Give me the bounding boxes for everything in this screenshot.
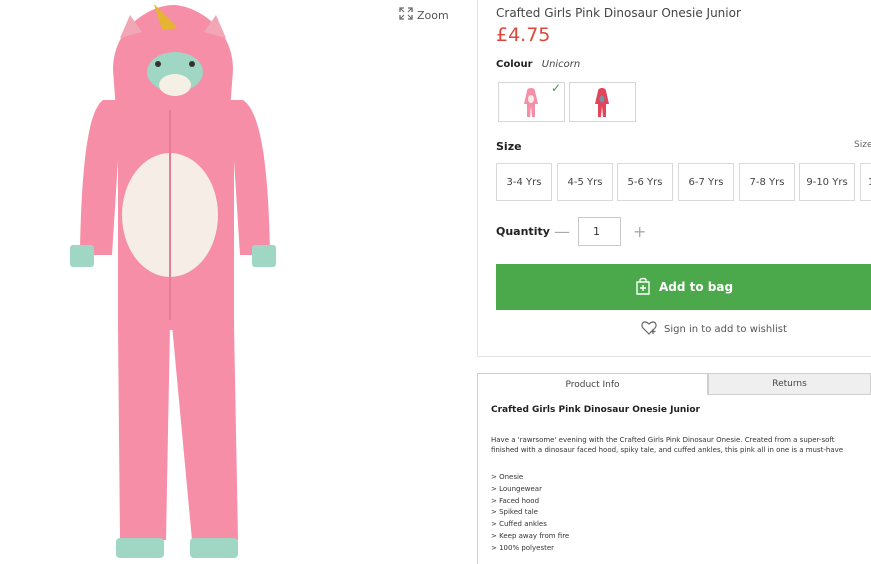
- product-page: Zoom Crafted Girls Pink Dinosaur Onesie …: [0, 0, 871, 564]
- product-title: Crafted Girls Pink Dinosaur Onesie Junio…: [496, 6, 741, 20]
- tab-returns[interactable]: Returns: [708, 373, 871, 395]
- swatch-thumbnail: [595, 88, 609, 117]
- list-item: > 100% polyester: [491, 543, 555, 552]
- list-item: > Faced hood: [491, 496, 540, 505]
- colour-swatch-unicorn[interactable]: ✓: [498, 81, 565, 122]
- list-item: > Keep away from fire: [491, 531, 570, 540]
- colour-swatch-alt[interactable]: [569, 82, 636, 122]
- product-price: £4.75: [496, 24, 551, 46]
- size-option[interactable]: 7-8 Yrs: [739, 163, 795, 201]
- zoom-button[interactable]: Zoom: [399, 7, 449, 23]
- size-label: Size: [496, 140, 522, 153]
- quantity-decrease-button[interactable]: —: [554, 222, 570, 241]
- colour-row: Colour Unicorn: [496, 59, 580, 70]
- shopping-bag-icon: [635, 277, 651, 298]
- quantity-label: Quantity: [496, 225, 550, 238]
- wishlist-label: Sign in to add to wishlist: [664, 324, 787, 335]
- quantity-increase-button[interactable]: +: [633, 222, 646, 241]
- list-item: > Loungewear: [491, 484, 542, 493]
- size-option[interactable]: 4-5 Yrs: [557, 163, 613, 201]
- list-item: > Cuffed ankles: [491, 520, 547, 529]
- list-item: > Onesie: [491, 473, 524, 481]
- zoom-label: Zoom: [417, 8, 449, 22]
- info-description-line: Have a 'rawrsome' evening with the Craft…: [491, 436, 835, 444]
- info-feature-list: > Onesie > Loungewear > Faced hood > Spi…: [491, 472, 569, 555]
- size-option[interactable]: 1: [860, 163, 871, 201]
- info-description: Have a 'rawrsome' evening with the Craft…: [491, 435, 871, 455]
- tab-product-info[interactable]: Product Info: [477, 373, 708, 395]
- selected-check-icon: ✓: [550, 81, 561, 95]
- product-info-panel: Crafted Girls Pink Dinosaur Onesie Junio…: [477, 395, 871, 564]
- size-option[interactable]: 3-4 Yrs: [496, 163, 552, 201]
- list-item: > Spiked tale: [491, 508, 538, 517]
- wishlist-link[interactable]: Sign in to add to wishlist: [641, 321, 787, 338]
- heart-plus-icon: [641, 321, 657, 338]
- info-title: Crafted Girls Pink Dinosaur Onesie Junio…: [491, 405, 700, 415]
- info-description-line: finished with a dinosaur faced hood, spi…: [491, 446, 844, 454]
- swatch-thumbnail: [524, 88, 538, 117]
- add-to-bag-label: Add to bag: [658, 280, 734, 294]
- size-option[interactable]: 9-10 Yrs: [799, 163, 855, 201]
- expand-icon: [399, 7, 413, 23]
- colour-value: Unicorn: [541, 59, 581, 70]
- quantity-input[interactable]: [578, 217, 621, 246]
- size-guide-link[interactable]: Size: [854, 140, 871, 150]
- size-option[interactable]: 6-7 Yrs: [678, 163, 734, 201]
- colour-label: Colour: [496, 59, 533, 70]
- product-photo[interactable]: [58, 0, 288, 564]
- product-details: Crafted Girls Pink Dinosaur Onesie Junio…: [477, 0, 871, 357]
- product-tabs: Product Info Returns Crafted Girls Pink …: [477, 373, 871, 564]
- product-image-area: Zoom: [0, 0, 470, 564]
- add-to-bag-button[interactable]: Add to bag: [496, 264, 871, 310]
- size-option[interactable]: 5-6 Yrs: [617, 163, 673, 201]
